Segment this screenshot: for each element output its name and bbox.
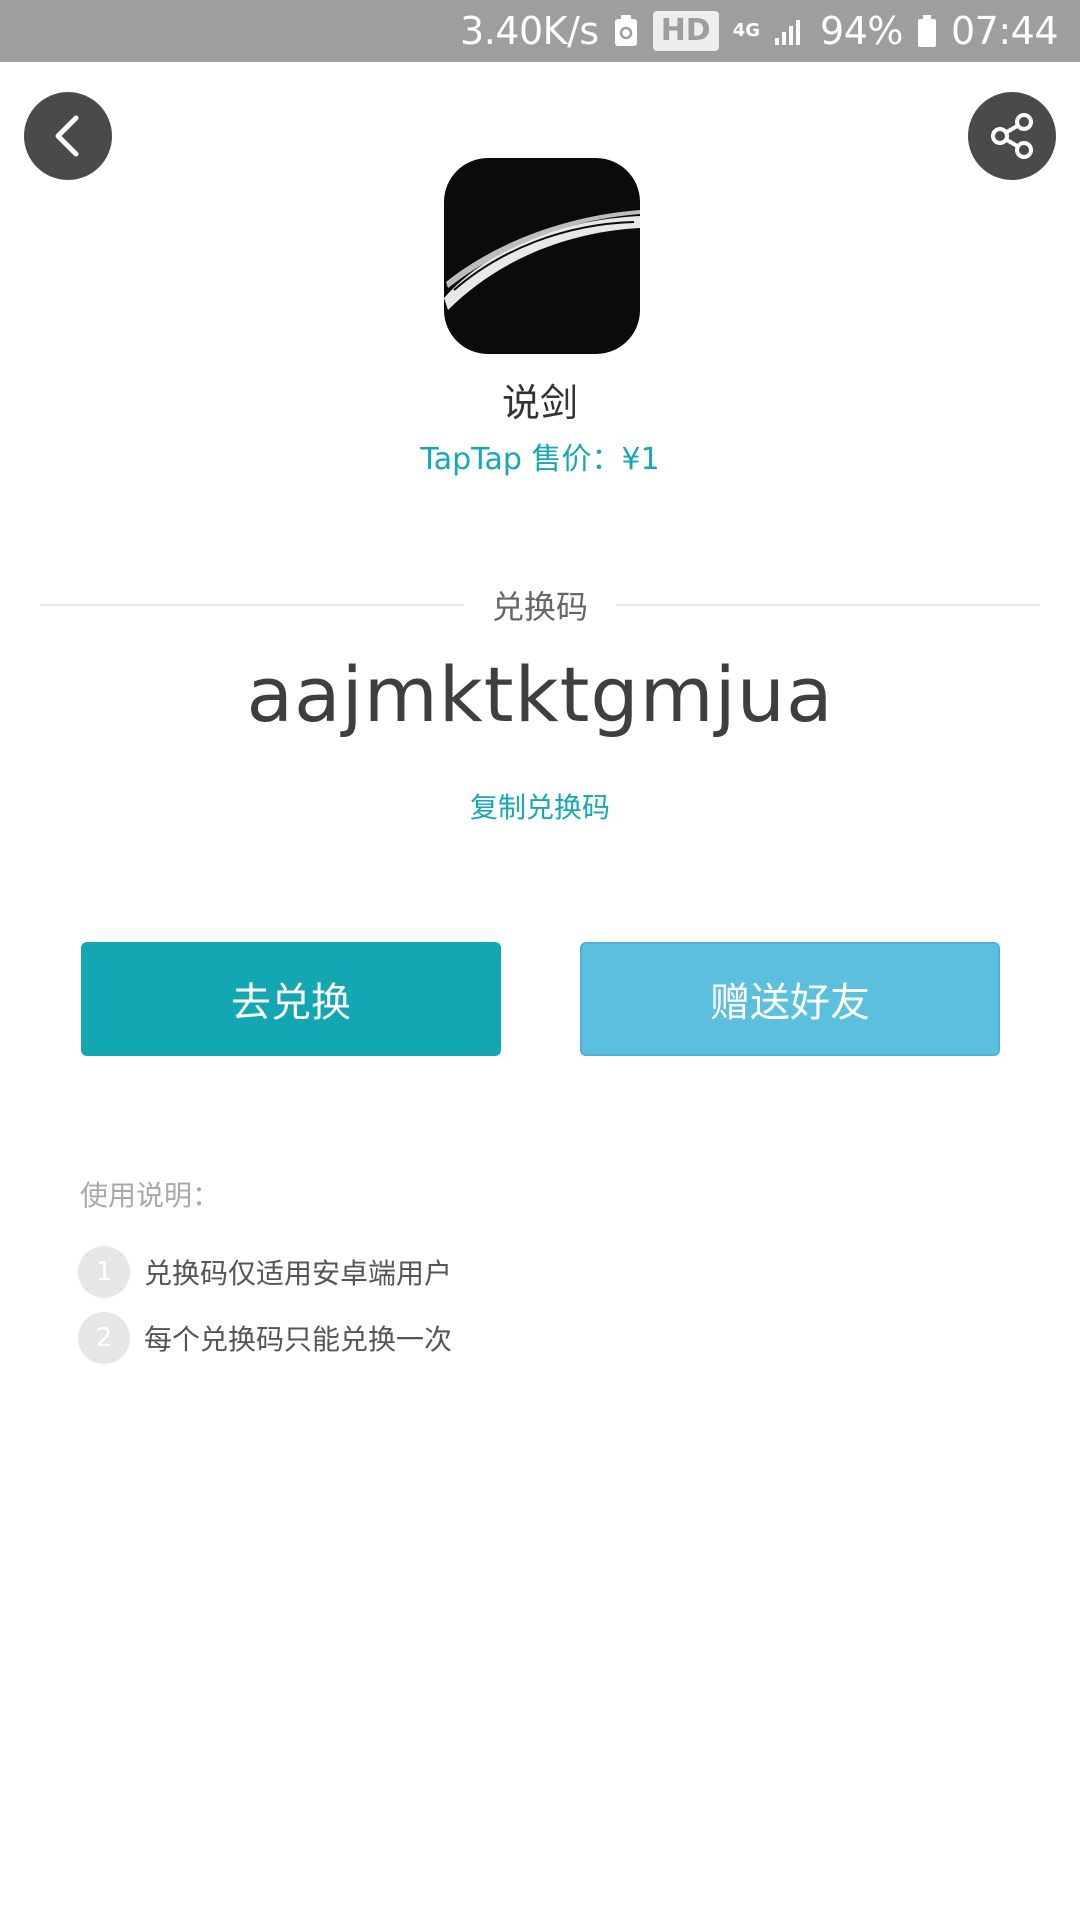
battery-percent: 94%: [820, 9, 903, 53]
signal-icon: [774, 16, 806, 46]
back-button[interactable]: [24, 92, 112, 180]
hd-badge: HD: [652, 11, 719, 51]
share-button[interactable]: [968, 92, 1056, 180]
app-name: 说剑: [501, 381, 578, 425]
network-speed: 3.40K/s: [460, 9, 599, 53]
redeem-code-label: 兑换码: [492, 588, 589, 626]
clock: 07:44: [950, 9, 1059, 53]
redeem-code-divider: 兑换码: [40, 580, 1041, 630]
divider-line-right: [616, 604, 1041, 606]
share-icon: [991, 113, 1033, 159]
storage-cleaner-icon: [613, 14, 639, 48]
instructions-title: 使用说明：: [80, 1179, 221, 1212]
rule-text: 每个兑换码只能兑换一次: [144, 1323, 453, 1356]
rule-text: 兑换码仅适用安卓端用户: [144, 1257, 453, 1290]
gift-friend-button[interactable]: 赠送好友: [580, 942, 1000, 1056]
status-bar: 3.40K/s HD 4G 94% 07:44: [0, 0, 1080, 62]
app-icon: [444, 158, 640, 354]
network-4g-icon: 4G: [732, 20, 761, 41]
rule-number-badge: 1: [78, 1246, 130, 1298]
instruction-item: 2 每个兑换码只能兑换一次: [78, 1312, 452, 1364]
app-price: TapTap 售价：¥1: [420, 442, 660, 477]
brush-stroke-logo: [444, 210, 640, 310]
rule-number-badge: 2: [78, 1312, 130, 1364]
copy-code-link[interactable]: 复制兑换码: [0, 786, 1080, 826]
divider-line-left: [40, 604, 464, 606]
battery-icon: [917, 14, 937, 48]
instruction-item: 1 兑换码仅适用安卓端用户: [78, 1246, 452, 1298]
redeem-button[interactable]: 去兑换: [81, 942, 501, 1056]
chevron-left-icon: [55, 115, 79, 157]
redeem-code-value: aajmktktgmjua: [246, 650, 834, 739]
